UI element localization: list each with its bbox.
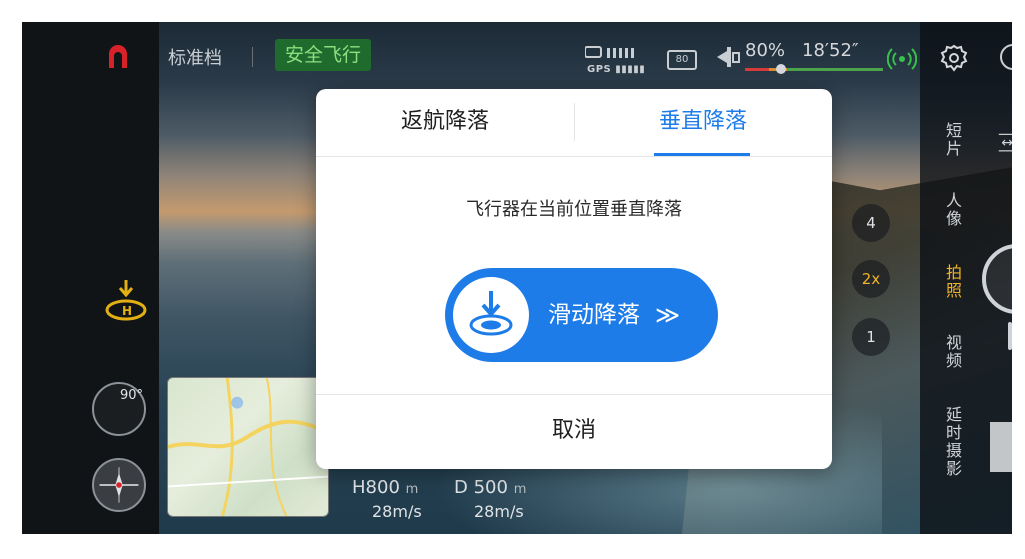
status-divider [252,47,253,67]
left-rail [22,22,159,534]
distance-readout: D 500 m [454,477,527,498]
flight-mode-label[interactable]: 标准档 [168,40,222,74]
dialog-description: 飞行器在当前位置垂直降落 [466,199,682,220]
mode-short-video[interactable]: 短片 [940,122,964,158]
landing-tabs: 返航降落 垂直降落 [316,89,832,157]
mode-video[interactable]: 视频 [940,334,964,370]
active-tab-indicator [654,153,750,156]
remaining-flight-time: 18′52″ [802,40,859,61]
safety-status-badge[interactable]: 安全飞行 [275,39,372,71]
slide-label: 滑动降落 [548,302,640,328]
horizontal-speed-readout: 28m/s [474,502,524,521]
gimbal-angle: 90° [120,388,144,403]
zoom-option-2x[interactable]: 2x [852,260,890,298]
zoom-option-1[interactable]: 1 [852,318,890,356]
attitude-icon[interactable]: 90° [92,382,146,436]
slide-knob[interactable] [453,277,529,353]
compass-icon[interactable] [92,458,146,512]
logo-icon[interactable] [105,44,131,70]
altitude-readout: H800 m [352,477,419,498]
scroll-indicator [1008,322,1012,350]
mode-photo[interactable]: 拍照 [940,264,964,300]
mode-timelapse[interactable]: 延时摄影 [940,406,964,478]
slide-to-land-button[interactable]: 滑动降落 ≫ [445,268,718,362]
minimap[interactable] [167,377,329,517]
tab-vertical-landing[interactable]: 垂直降落 [574,89,832,157]
gallery-thumbnail[interactable] [990,422,1012,472]
tab-return-landing[interactable]: 返航降落 [316,89,574,157]
mode-portrait[interactable]: 人像 [940,192,964,228]
battery-bar-critical [745,68,769,71]
home-icon [776,64,786,74]
aspect-ratio-icon[interactable]: |↕| [998,132,1012,153]
drone-icon [717,47,740,67]
signal-icon [585,46,634,58]
battery-icon: 80 [667,50,697,70]
rc-signal-icon [887,48,917,70]
vertical-speed-readout: 28m/s [372,502,422,521]
landing-dialog: 返航降落 垂直降落 飞行器在当前位置垂直降落 滑动降落 ≫ 取消 [316,89,832,469]
drone-battery-percent: 80% [745,40,786,61]
svg-text:H: H [122,304,132,318]
gps-label: GPS ▮▮▮▮▮ [587,64,646,75]
chevron-right-icon: ≫ [655,301,681,329]
cancel-button[interactable]: 取消 [316,395,832,469]
zoom-option-4[interactable]: 4 [852,204,890,242]
landing-icon[interactable]: H [104,280,148,322]
settings-icon[interactable] [940,44,968,72]
land-slide-icon [469,291,513,336]
